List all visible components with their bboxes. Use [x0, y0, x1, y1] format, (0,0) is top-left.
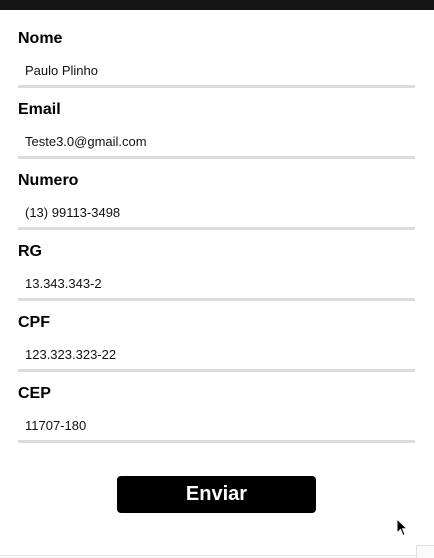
nome-label: Nome — [18, 30, 63, 47]
contact-form: Nome Email Numero RG CPF CEP — [18, 30, 415, 456]
cep-label: CEP — [18, 385, 51, 402]
cpf-input[interactable] — [18, 340, 415, 372]
field-cep: CEP — [18, 385, 415, 456]
resize-corner — [416, 545, 434, 558]
numero-label: Numero — [18, 172, 79, 189]
field-email: Email — [18, 101, 415, 172]
field-numero: Numero — [18, 172, 415, 243]
nome-input[interactable] — [18, 56, 415, 88]
bottom-divider — [0, 555, 434, 556]
field-cpf: CPF — [18, 314, 415, 385]
rg-label: RG — [18, 243, 42, 260]
field-rg: RG — [18, 243, 415, 314]
cpf-label: CPF — [18, 314, 50, 331]
numero-input[interactable] — [18, 198, 415, 230]
field-nome: Nome — [18, 30, 415, 101]
rg-input[interactable] — [18, 269, 415, 301]
cep-input[interactable] — [18, 411, 415, 443]
email-label: Email — [18, 101, 61, 118]
top-bar — [0, 0, 434, 10]
page: Nome Email Numero RG CPF CEP Enviar — [0, 0, 434, 558]
mouse-pointer-icon — [396, 518, 408, 537]
email-input[interactable] — [18, 127, 415, 159]
enviar-button[interactable]: Enviar — [117, 476, 316, 513]
